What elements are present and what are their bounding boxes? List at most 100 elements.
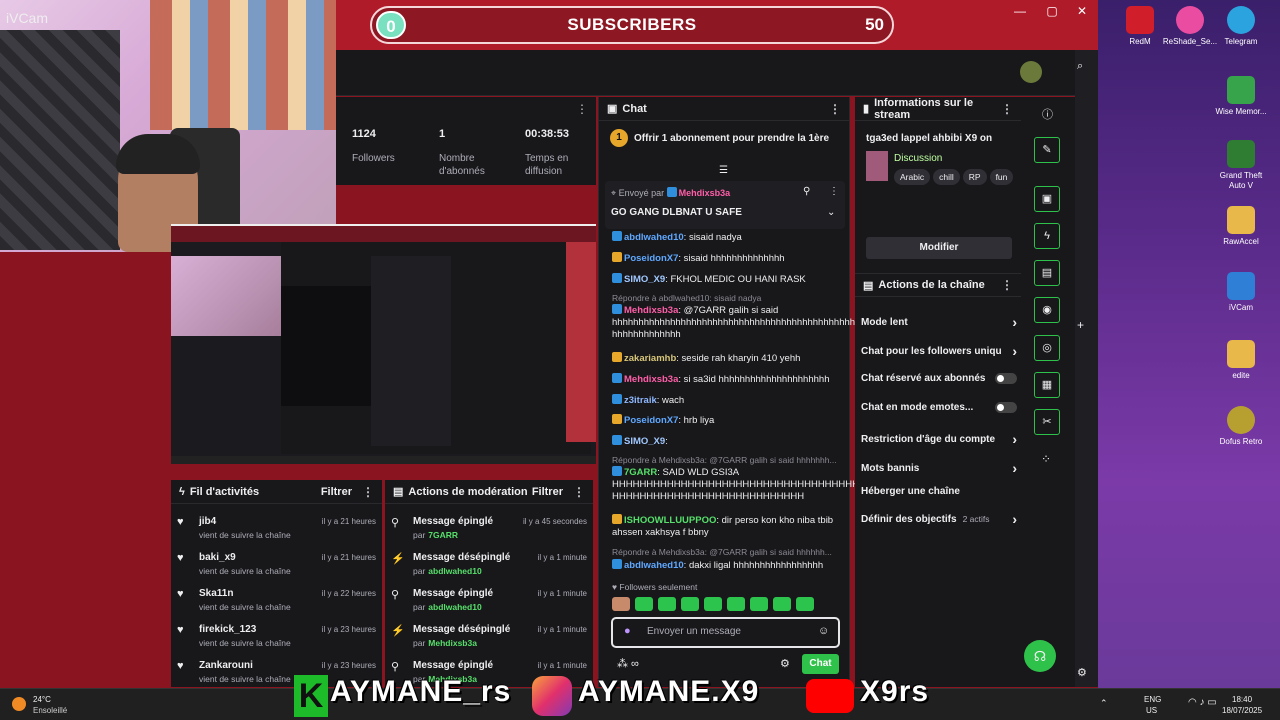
emote[interactable] xyxy=(681,597,699,611)
category-name[interactable]: Discussion xyxy=(894,153,942,164)
wrench-icon[interactable]: ✂ xyxy=(1034,409,1060,435)
chat-message[interactable]: zakariamhb: seside rah kharyin 410 yehh xyxy=(612,352,837,365)
channel-action-item[interactable]: Chat en mode emotes... xyxy=(861,402,1017,413)
mic-icon[interactable]: ● xyxy=(624,625,631,637)
activity-item[interactable]: ♥ baki_x9 vient de suivre la chaîne il y a … xyxy=(171,552,382,588)
channel-action-item[interactable]: Chat pour les followers uniquement › xyxy=(861,343,1017,359)
reply-reference[interactable]: Répondre à abdlwahed10: sisaid nadya xyxy=(612,293,761,303)
more-icon[interactable]: ⋮ xyxy=(1001,102,1013,116)
chat-username[interactable]: z3itraik xyxy=(624,395,657,406)
info-icon[interactable]: ⓘ xyxy=(1042,106,1053,122)
chat-username[interactable]: ISHOOWLLUUPPOO xyxy=(624,515,716,526)
follower-name[interactable]: Ska11n xyxy=(199,588,322,599)
chat-username[interactable]: zakariamhb xyxy=(624,353,676,364)
channel-points-icon[interactable]: ⁂ ∞ xyxy=(617,657,639,670)
activity-item[interactable]: ♥ firekick_123 vient de suivre la chaîne il… xyxy=(171,624,382,660)
filter-button[interactable]: Filtrer xyxy=(321,486,352,498)
chat-username[interactable]: abdlwahed10 xyxy=(624,232,684,243)
edit-stream-button[interactable]: Modifier xyxy=(866,237,1012,259)
chat-message[interactable]: Mehdixsb3a: si sa3id hhhhhhhhhhhhhhhhhhh… xyxy=(612,373,837,386)
chat-message[interactable]: abdlwahed10: dakxi ligal hhhhhhhhhhhhhhh… xyxy=(612,559,837,572)
moderation-item[interactable]: ⚲ Message épinglé par abdlwahed10 il y a 1 m… xyxy=(385,588,593,624)
document-icon[interactable]: ▤ xyxy=(1034,260,1060,286)
more-icon[interactable]: ⋮ xyxy=(1001,278,1013,292)
emote[interactable] xyxy=(612,597,630,611)
desktop-icon-rawaccel[interactable]: RawAccel xyxy=(1212,206,1270,247)
more-icon[interactable]: ⋮ xyxy=(576,102,588,116)
gear-icon[interactable]: ⚙ xyxy=(780,657,790,670)
maximize-icon[interactable]: ▢ xyxy=(1042,4,1062,18)
more-icon[interactable]: ⋮ xyxy=(829,102,841,116)
more-icon[interactable]: ⋮ xyxy=(829,186,839,197)
desktop-icon-ivcam[interactable]: iVCam xyxy=(1212,272,1270,313)
chat-message[interactable]: z3itraik: wach xyxy=(612,394,837,407)
chevron-down-icon[interactable]: ⌄ xyxy=(827,207,835,218)
toggle-switch[interactable] xyxy=(995,373,1017,384)
desktop-icon-edite[interactable]: edite xyxy=(1212,340,1270,381)
add-icon[interactable]: + xyxy=(1077,318,1084,332)
moderator-name[interactable]: abdlwahed10 xyxy=(428,602,481,612)
moderator-name[interactable]: Mehdixsb3a xyxy=(428,638,477,648)
chat-username[interactable]: Mehdixsb3a xyxy=(624,374,678,385)
desktop-icon-reshade[interactable]: ReShade_Se... xyxy=(1161,6,1219,47)
language-region[interactable]: US xyxy=(1146,706,1157,715)
channel-action-item[interactable]: Mots bannis › xyxy=(861,460,1017,476)
chat-username[interactable]: abdlwahed10 xyxy=(624,560,684,571)
gear-icon[interactable]: ⚙ xyxy=(1077,666,1087,679)
chat-username[interactable]: 7GARR xyxy=(624,467,657,478)
more-icon[interactable]: ⋮ xyxy=(573,485,585,499)
wifi-icon[interactable]: ◠ ♪ ▭ xyxy=(1188,697,1217,708)
minimize-icon[interactable]: — xyxy=(1010,4,1030,18)
support-icon[interactable]: ☊ xyxy=(1024,640,1056,672)
chat-message[interactable]: PoseidonX7: sisaid hhhhhhhhhhhhhh xyxy=(612,252,837,265)
moderation-item[interactable]: ⚡ Message désépinglé par Mehdixsb3a il y a 1… xyxy=(385,624,593,660)
follower-name[interactable]: baki_x9 xyxy=(199,552,322,563)
emote[interactable] xyxy=(704,597,722,611)
channel-action-item[interactable]: Chat réservé aux abonnés xyxy=(861,373,1017,384)
chat-message[interactable]: abdlwahed10: sisaid nadya xyxy=(612,231,837,244)
search-icon[interactable]: ⌕ xyxy=(1077,60,1083,73)
pin-toggle-icon[interactable]: ⚲ xyxy=(803,186,810,197)
emote[interactable] xyxy=(796,597,814,611)
emote[interactable] xyxy=(727,597,745,611)
filter-icon[interactable]: ☰ xyxy=(719,165,728,176)
chat-bubble-icon[interactable]: ◉ xyxy=(1034,297,1060,323)
clock-date[interactable]: 18/07/2025 xyxy=(1222,706,1262,715)
activity-item[interactable]: ♥ jib4 vient de suivre la chaîne il y a 21 … xyxy=(171,516,382,552)
more-icon[interactable]: ⋮ xyxy=(362,485,374,499)
lightning-icon[interactable]: ϟ xyxy=(1034,223,1060,249)
moderator-name[interactable]: abdlwahed10 xyxy=(428,566,481,576)
emote[interactable] xyxy=(750,597,768,611)
chat-message[interactable]: PoseidonX7: hrb liya xyxy=(612,414,837,427)
moderation-item[interactable]: ⚲ Message épinglé par 7GARR il y a 45 second… xyxy=(385,516,593,552)
edit-icon[interactable]: ✎ xyxy=(1034,137,1060,163)
tag[interactable]: fun xyxy=(989,169,1014,185)
chat-send-button[interactable]: Chat xyxy=(802,654,839,674)
desktop-icon-wise[interactable]: Wise Memor... xyxy=(1212,76,1270,117)
desktop-icon-telegram[interactable]: Telegram xyxy=(1212,6,1270,47)
channel-action-item[interactable]: Définir des objectifs 2 actifs › xyxy=(861,511,1017,527)
chat-username[interactable]: SIMO_X9 xyxy=(624,436,665,447)
desktop-icon-gta[interactable]: Grand Theft Auto V xyxy=(1212,140,1270,191)
chat-username[interactable]: PoseidonX7 xyxy=(624,415,678,426)
layout-icon[interactable]: ▦ xyxy=(1034,372,1060,398)
chat-message[interactable]: ISHOOWLLUUPPOO: dir perso kon kho niba t… xyxy=(612,514,837,539)
channel-action-item[interactable]: Restriction d'âge du compte › xyxy=(861,431,1017,447)
channel-action-item[interactable]: Héberger une chaîne xyxy=(861,486,1017,497)
chat-username[interactable]: PoseidonX7 xyxy=(624,253,678,264)
tag[interactable]: chill xyxy=(933,169,960,185)
reply-reference[interactable]: Répondre à Mehdixsb3a: @7GARR galih si s… xyxy=(612,547,832,557)
reply-reference[interactable]: Répondre à Mehdixsb3a: @7GARR galih si s… xyxy=(612,455,837,465)
emote[interactable] xyxy=(773,597,791,611)
emote[interactable] xyxy=(635,597,653,611)
chat-username[interactable]: Mehdixsb3a xyxy=(624,305,678,316)
chat-message[interactable]: Mehdixsb3a: @7GARR galih si said hhhhhhh… xyxy=(612,304,876,341)
tag[interactable]: RP xyxy=(962,169,987,185)
tag[interactable]: Arabic xyxy=(894,169,931,185)
chat-message[interactable]: 7GARR: SAID WLD GSI3A HHHHHHHHHHHHHHHHHH… xyxy=(612,466,859,503)
chat-message[interactable]: SIMO_X9: FKHOL MEDIC OU HANI RASK xyxy=(612,273,837,286)
broadcast-icon[interactable]: ◎ xyxy=(1034,335,1060,361)
follower-name[interactable]: jib4 xyxy=(199,516,322,527)
chat-input[interactable]: Envoyer un message xyxy=(611,617,840,648)
channel-action-item[interactable]: Mode lent › xyxy=(861,314,1017,330)
